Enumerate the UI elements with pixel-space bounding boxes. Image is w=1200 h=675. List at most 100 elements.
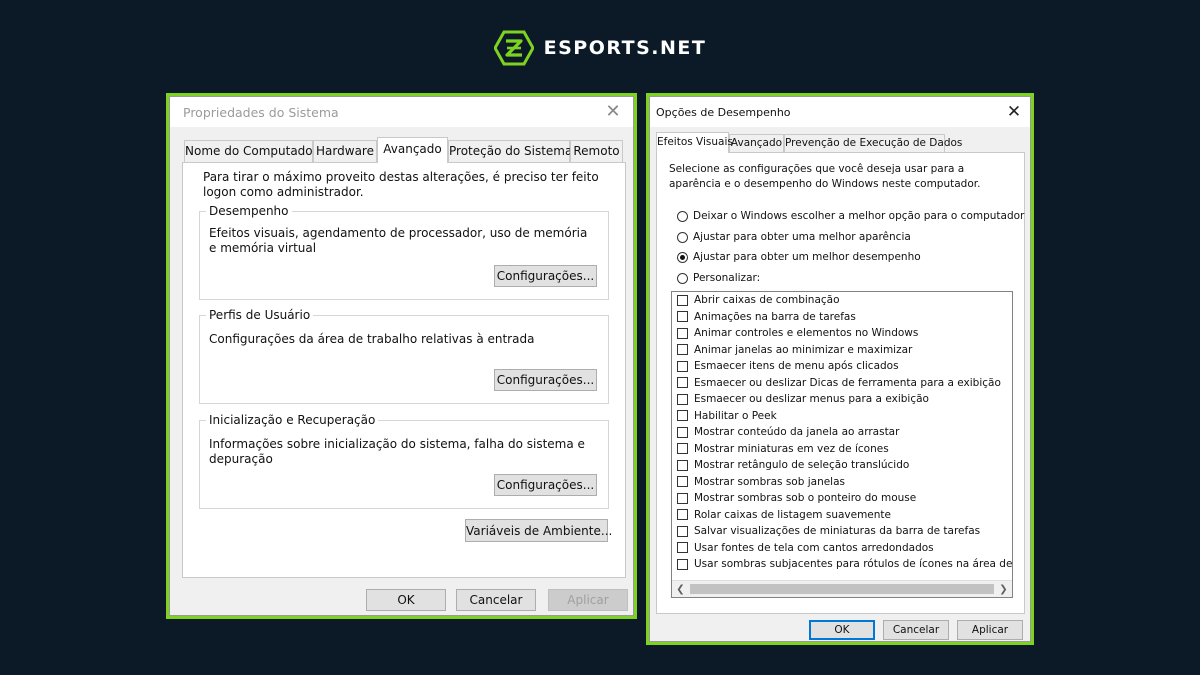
list-item[interactable]: Abrir caixas de combinação xyxy=(672,292,1012,309)
list-item[interactable]: Esmaecer itens de menu após clicados xyxy=(672,358,1012,375)
checkbox[interactable] xyxy=(677,525,688,537)
checkbox[interactable] xyxy=(677,294,688,306)
item-label: Mostrar sombras sob o ponteiro do mouse xyxy=(694,492,917,505)
tab-hardware[interactable]: Hardware xyxy=(313,140,377,162)
radio-custom[interactable]: Personalizar: xyxy=(677,270,760,286)
radio-button[interactable] xyxy=(677,272,688,284)
group-description: Configurações da área de trabalho relati… xyxy=(209,332,535,346)
radio-best-performance[interactable]: Ajustar para obter um melhor desempenho xyxy=(677,249,921,265)
item-label: Esmaecer ou deslizar menus para a exibiç… xyxy=(694,393,929,406)
close-icon[interactable]: ✕ xyxy=(603,102,623,122)
list-item[interactable]: Salvar visualizações de miniaturas da ba… xyxy=(672,523,1012,540)
item-label: Rolar caixas de listagem suavemente xyxy=(694,508,891,521)
tab-protecao-do-sistema[interactable]: Proteção do Sistema xyxy=(448,140,572,162)
title-bar[interactable]: Propriedades do Sistema ✕ xyxy=(170,97,633,127)
radio-button[interactable] xyxy=(677,210,688,222)
tab-remoto[interactable]: Remoto xyxy=(570,140,623,162)
tab-efeitos-visuais[interactable]: Efeitos Visuais xyxy=(656,132,733,153)
item-label: Mostrar retângulo de seleção translúcido xyxy=(694,459,910,472)
group-title: Inicialização e Recuperação xyxy=(206,413,379,427)
performance-options-frame: Opções de Desempenho ✕ Efeitos Visuais A… xyxy=(646,93,1034,645)
apply-button[interactable]: Aplicar xyxy=(548,589,628,611)
environment-variables-button[interactable]: Variáveis de Ambiente... xyxy=(465,519,612,542)
item-label: Esmaecer itens de menu após clicados xyxy=(694,360,899,373)
item-label: Usar sombras subjacentes para rótulos de… xyxy=(694,558,1012,571)
item-label: Animar controles e elementos no Windows xyxy=(694,327,919,340)
list-item[interactable]: Animações na barra de tarefas xyxy=(672,309,1012,326)
checkbox[interactable] xyxy=(677,492,688,504)
checkbox[interactable] xyxy=(677,410,688,422)
checkbox[interactable] xyxy=(677,344,688,356)
checkbox[interactable] xyxy=(677,542,688,554)
horizontal-scrollbar[interactable]: ❮ ❯ xyxy=(672,580,1012,597)
ok-button[interactable]: OK xyxy=(809,620,875,640)
item-label: Mostrar miniaturas em vez de ícones xyxy=(694,442,889,455)
dialog-title: Propriedades do Sistema xyxy=(183,105,339,120)
instructions-text: Selecione as configurações que você dese… xyxy=(669,163,981,190)
scroll-thumb[interactable] xyxy=(690,584,994,594)
checkbox[interactable] xyxy=(677,509,688,521)
ok-button[interactable]: OK xyxy=(366,589,446,611)
performance-options-dialog: Opções de Desempenho ✕ Efeitos Visuais A… xyxy=(649,96,1031,642)
list-item[interactable]: Mostrar conteúdo da janela ao arrastar xyxy=(672,424,1012,441)
radio-button[interactable] xyxy=(677,231,688,243)
system-properties-frame: Propriedades do Sistema ✕ Nome do Comput… xyxy=(166,93,637,619)
startup-recovery-settings-button[interactable]: Configurações... xyxy=(494,474,597,496)
list-item[interactable]: Rolar caixas de listagem suavemente xyxy=(672,507,1012,524)
title-bar[interactable]: Opções de Desempenho ✕ xyxy=(650,97,1030,127)
system-properties-dialog: Propriedades do Sistema ✕ Nome do Comput… xyxy=(169,96,634,616)
checkbox[interactable] xyxy=(677,377,688,389)
checkbox[interactable] xyxy=(677,476,688,488)
radio-label: Deixar o Windows escolher a melhor opção… xyxy=(693,210,1025,222)
user-profiles-settings-button[interactable]: Configurações... xyxy=(494,369,597,391)
list-item[interactable]: Mostrar retângulo de seleção translúcido xyxy=(672,457,1012,474)
advanced-tab-panel: Para tirar o máximo proveito destas alte… xyxy=(182,162,626,578)
tab-nome-do-computador[interactable]: Nome do Computador xyxy=(184,140,318,162)
checkbox[interactable] xyxy=(677,459,688,471)
radio-let-windows-choose[interactable]: Deixar o Windows escolher a melhor opção… xyxy=(677,208,1024,224)
close-icon[interactable]: ✕ xyxy=(1004,102,1024,122)
group-title: Desempenho xyxy=(206,204,292,218)
group-inicializacao-e-recuperacao: Inicialização e Recuperação Informações … xyxy=(199,413,609,509)
group-description: Efeitos visuais, agendamento de processa… xyxy=(209,226,588,255)
item-label: Salvar visualizações de miniaturas da ba… xyxy=(694,525,981,538)
list-item[interactable]: Usar fontes de tela com cantos arredonda… xyxy=(672,540,1012,557)
list-item[interactable]: Esmaecer ou deslizar menus para a exibiç… xyxy=(672,391,1012,408)
tab-prevencao-de-execucao-de-dados[interactable]: Prevenção de Execução de Dados xyxy=(784,134,962,153)
group-desempenho: Desempenho Efeitos visuais, agendamento … xyxy=(199,204,609,300)
checkbox[interactable] xyxy=(677,327,688,339)
radio-best-appearance[interactable]: Ajustar para obter uma melhor aparência xyxy=(677,229,911,245)
list-item[interactable]: Esmaecer ou deslizar Dicas de ferramenta… xyxy=(672,375,1012,392)
list-item[interactable]: Mostrar sombras sob o ponteiro do mouse xyxy=(672,490,1012,507)
list-item[interactable]: Usar sombras subjacentes para rótulos de… xyxy=(672,556,1012,573)
list-item[interactable]: Animar controles e elementos no Windows xyxy=(672,325,1012,342)
list-item[interactable]: Mostrar sombras sob janelas xyxy=(672,474,1012,491)
group-title: Perfis de Usuário xyxy=(206,308,314,322)
checkbox[interactable] xyxy=(677,360,688,372)
tab-avancado[interactable]: Avançado xyxy=(377,137,448,163)
scroll-right-icon[interactable]: ❯ xyxy=(995,582,1012,597)
brand-name: ESPORTS.NET xyxy=(543,37,707,59)
list-item[interactable]: Habilitar o Peek xyxy=(672,408,1012,425)
checkbox[interactable] xyxy=(677,443,688,455)
cancel-button[interactable]: Cancelar xyxy=(883,620,949,640)
radio-label: Ajustar para obter um melhor desempenho xyxy=(693,251,921,263)
visual-effects-list[interactable]: Abrir caixas de combinação Animações na … xyxy=(671,291,1013,598)
list-item[interactable]: Animar janelas ao minimizar e maximizar xyxy=(672,342,1012,359)
group-perfis-de-usuario: Perfis de Usuário Configurações da área … xyxy=(199,308,609,404)
dialog-title: Opções de Desempenho xyxy=(656,106,791,119)
admin-note: Para tirar o máximo proveito destas alte… xyxy=(203,170,599,199)
performance-settings-button[interactable]: Configurações... xyxy=(494,265,597,287)
checkbox[interactable] xyxy=(677,558,688,570)
radio-button[interactable] xyxy=(677,251,688,263)
tab-avancado[interactable]: Avançado xyxy=(729,134,784,153)
cancel-button[interactable]: Cancelar xyxy=(456,589,536,611)
checkbox[interactable] xyxy=(677,311,688,323)
list-item[interactable]: Mostrar miniaturas em vez de ícones xyxy=(672,441,1012,458)
checkbox[interactable] xyxy=(677,393,688,405)
esports-logo: ESPORTS.NET xyxy=(0,30,1200,66)
item-label: Abrir caixas de combinação xyxy=(694,294,840,307)
scroll-left-icon[interactable]: ❮ xyxy=(672,582,689,597)
apply-button[interactable]: Aplicar xyxy=(957,620,1023,640)
checkbox[interactable] xyxy=(677,426,688,438)
